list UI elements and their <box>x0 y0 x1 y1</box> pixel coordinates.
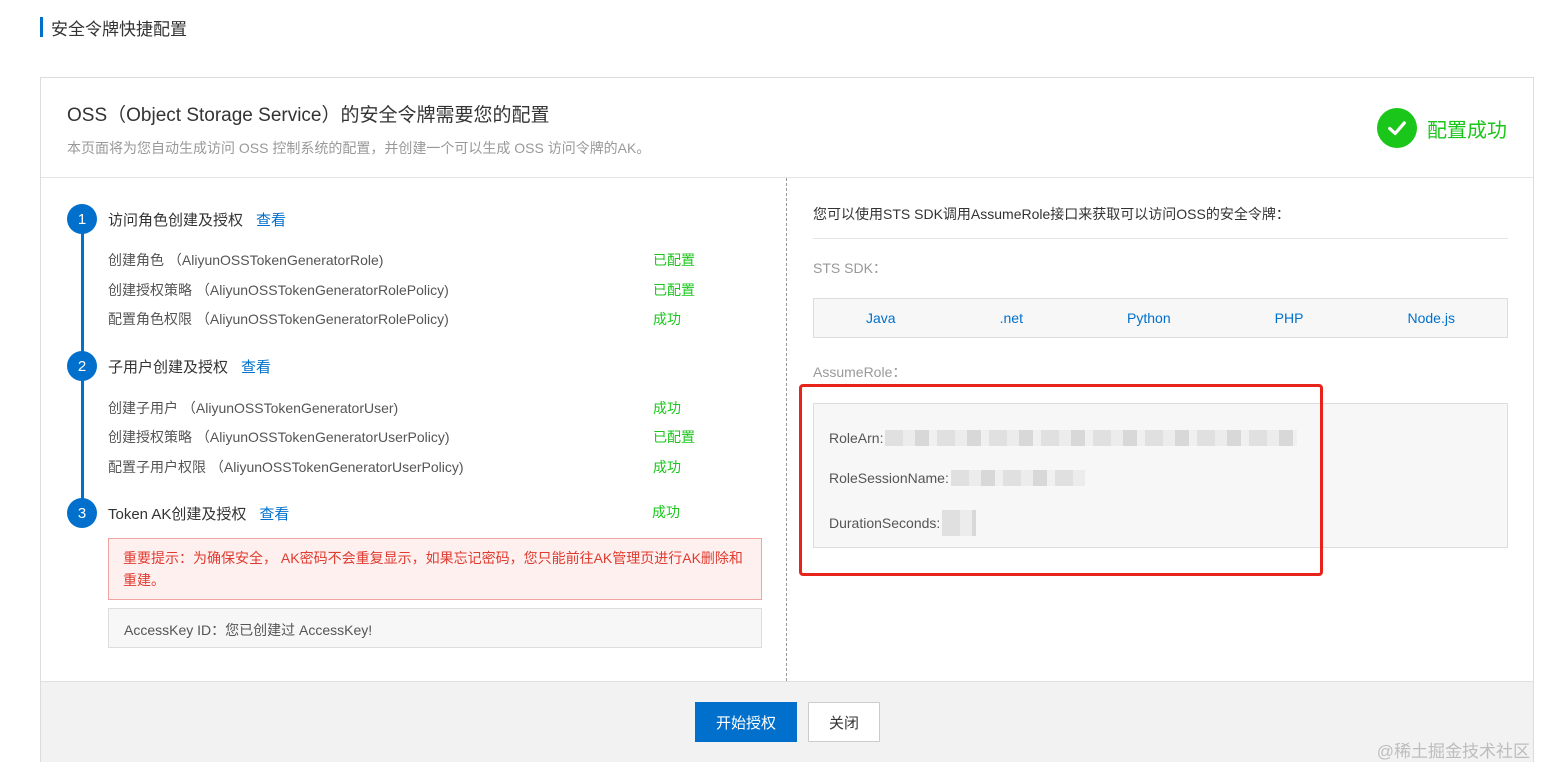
step-3-view-link[interactable]: 查看 <box>259 503 289 524</box>
list-item: 创建授权策略 （AliyunOSSTokenGeneratorUserPolic… <box>108 427 738 449</box>
sdk-label: STS SDK： <box>813 260 887 276</box>
status-text: 已配置 <box>653 429 695 445</box>
sdk-link-nodejs[interactable]: Node.js <box>1407 310 1454 326</box>
access-key-info: AccessKey ID：您已创建过 AccessKey! <box>108 608 762 648</box>
list-item: 配置子用户权限 （AliyunOSSTokenGeneratorUserPoli… <box>108 457 738 479</box>
sdk-link-php[interactable]: PHP <box>1275 310 1304 326</box>
sdk-links: Java .net Python PHP Node.js <box>813 298 1508 338</box>
status-text: 成功 <box>653 459 681 475</box>
page-header: 安全令牌快捷配置 <box>40 16 187 39</box>
start-authorization-button[interactable]: 开始授权 <box>695 702 797 742</box>
item-label: 创建角色 （AliyunOSSTokenGeneratorRole) <box>108 252 384 268</box>
step-label: Token AK创建及授权 <box>108 505 247 523</box>
status-text: 成功 <box>653 400 681 416</box>
close-button[interactable]: 关闭 <box>808 702 880 742</box>
step-2-view-link[interactable]: 查看 <box>241 356 271 377</box>
step-number: 2 <box>67 351 97 381</box>
list-item: 创建授权策略 （AliyunOSSTokenGeneratorRolePolic… <box>108 280 738 302</box>
watermark: @稀土掘金技术社区 <box>1376 742 1530 761</box>
sdk-link-net[interactable]: .net <box>1000 310 1023 326</box>
status-text: 已配置 <box>653 252 695 268</box>
assume-role-label: AssumeRole： <box>813 364 907 380</box>
steps-section: 1 访问角色创建及授权 查看 创建角色 （AliyunOSSTokenGener… <box>41 178 787 681</box>
title-accent-bar <box>40 17 43 37</box>
sdk-link-python[interactable]: Python <box>1127 310 1171 326</box>
highlight-annotation-frame <box>799 384 1323 576</box>
item-label: 配置子用户权限 （AliyunOSSTokenGeneratorUserPoli… <box>108 459 464 475</box>
sdk-section: 您可以使用STS SDK调用AssumeRole接口来获取可以访问OSS的安全令… <box>787 178 1533 681</box>
panel-description: 本页面将为您自动生成访问 OSS 控制系统的配置，并创建一个可以生成 OSS 访… <box>67 140 651 156</box>
item-label: 创建子用户 （AliyunOSSTokenGeneratorUser) <box>108 400 399 416</box>
step-1-view-link[interactable]: 查看 <box>256 209 286 230</box>
panel-title: OSS（Object Storage Service）的安全令牌需要您的配置 <box>67 105 550 126</box>
config-status: 配置成功 <box>1377 108 1507 148</box>
step-label: 访问角色创建及授权 <box>108 211 244 229</box>
panel-footer: 开始授权 关闭 <box>41 681 1533 762</box>
config-status-text: 配置成功 <box>1427 119 1507 142</box>
check-circle-icon <box>1377 108 1417 148</box>
panel-header: OSS（Object Storage Service）的安全令牌需要您的配置 本… <box>41 78 1533 178</box>
step-2: 2 子用户创建及授权 查看 <box>67 351 271 381</box>
status-text: 已配置 <box>653 282 695 298</box>
step-3: 3 Token AK创建及授权 查看 <box>67 498 289 528</box>
list-item: 配置角色权限 （AliyunOSSTokenGeneratorRolePolic… <box>108 309 738 331</box>
sdk-intro: 您可以使用STS SDK调用AssumeRole接口来获取可以访问OSS的安全令… <box>813 204 1508 239</box>
item-label: 配置角色权限 （AliyunOSSTokenGeneratorRolePolic… <box>108 311 449 327</box>
item-label: 创建授权策略 （AliyunOSSTokenGeneratorRolePolic… <box>108 282 449 298</box>
step-1: 1 访问角色创建及授权 查看 <box>67 204 286 234</box>
step-number: 1 <box>67 204 97 234</box>
list-item: 创建子用户 （AliyunOSSTokenGeneratorUser) 成功 <box>108 398 738 420</box>
list-item: 创建角色 （AliyunOSSTokenGeneratorRole) 已配置 <box>108 250 738 272</box>
security-warning: 重要提示：为确保安全， AK密码不会重复显示，如果忘记密码，您只能前往AK管理页… <box>108 538 762 600</box>
config-panel: OSS（Object Storage Service）的安全令牌需要您的配置 本… <box>40 77 1534 762</box>
step-number: 3 <box>67 498 97 528</box>
step-3-status: 成功 <box>652 504 680 520</box>
status-text: 成功 <box>653 311 681 327</box>
sdk-link-java[interactable]: Java <box>866 310 896 326</box>
step-label: 子用户创建及授权 <box>108 358 229 376</box>
page-title: 安全令牌快捷配置 <box>51 19 187 39</box>
item-label: 创建授权策略 （AliyunOSSTokenGeneratorUserPolic… <box>108 429 450 445</box>
